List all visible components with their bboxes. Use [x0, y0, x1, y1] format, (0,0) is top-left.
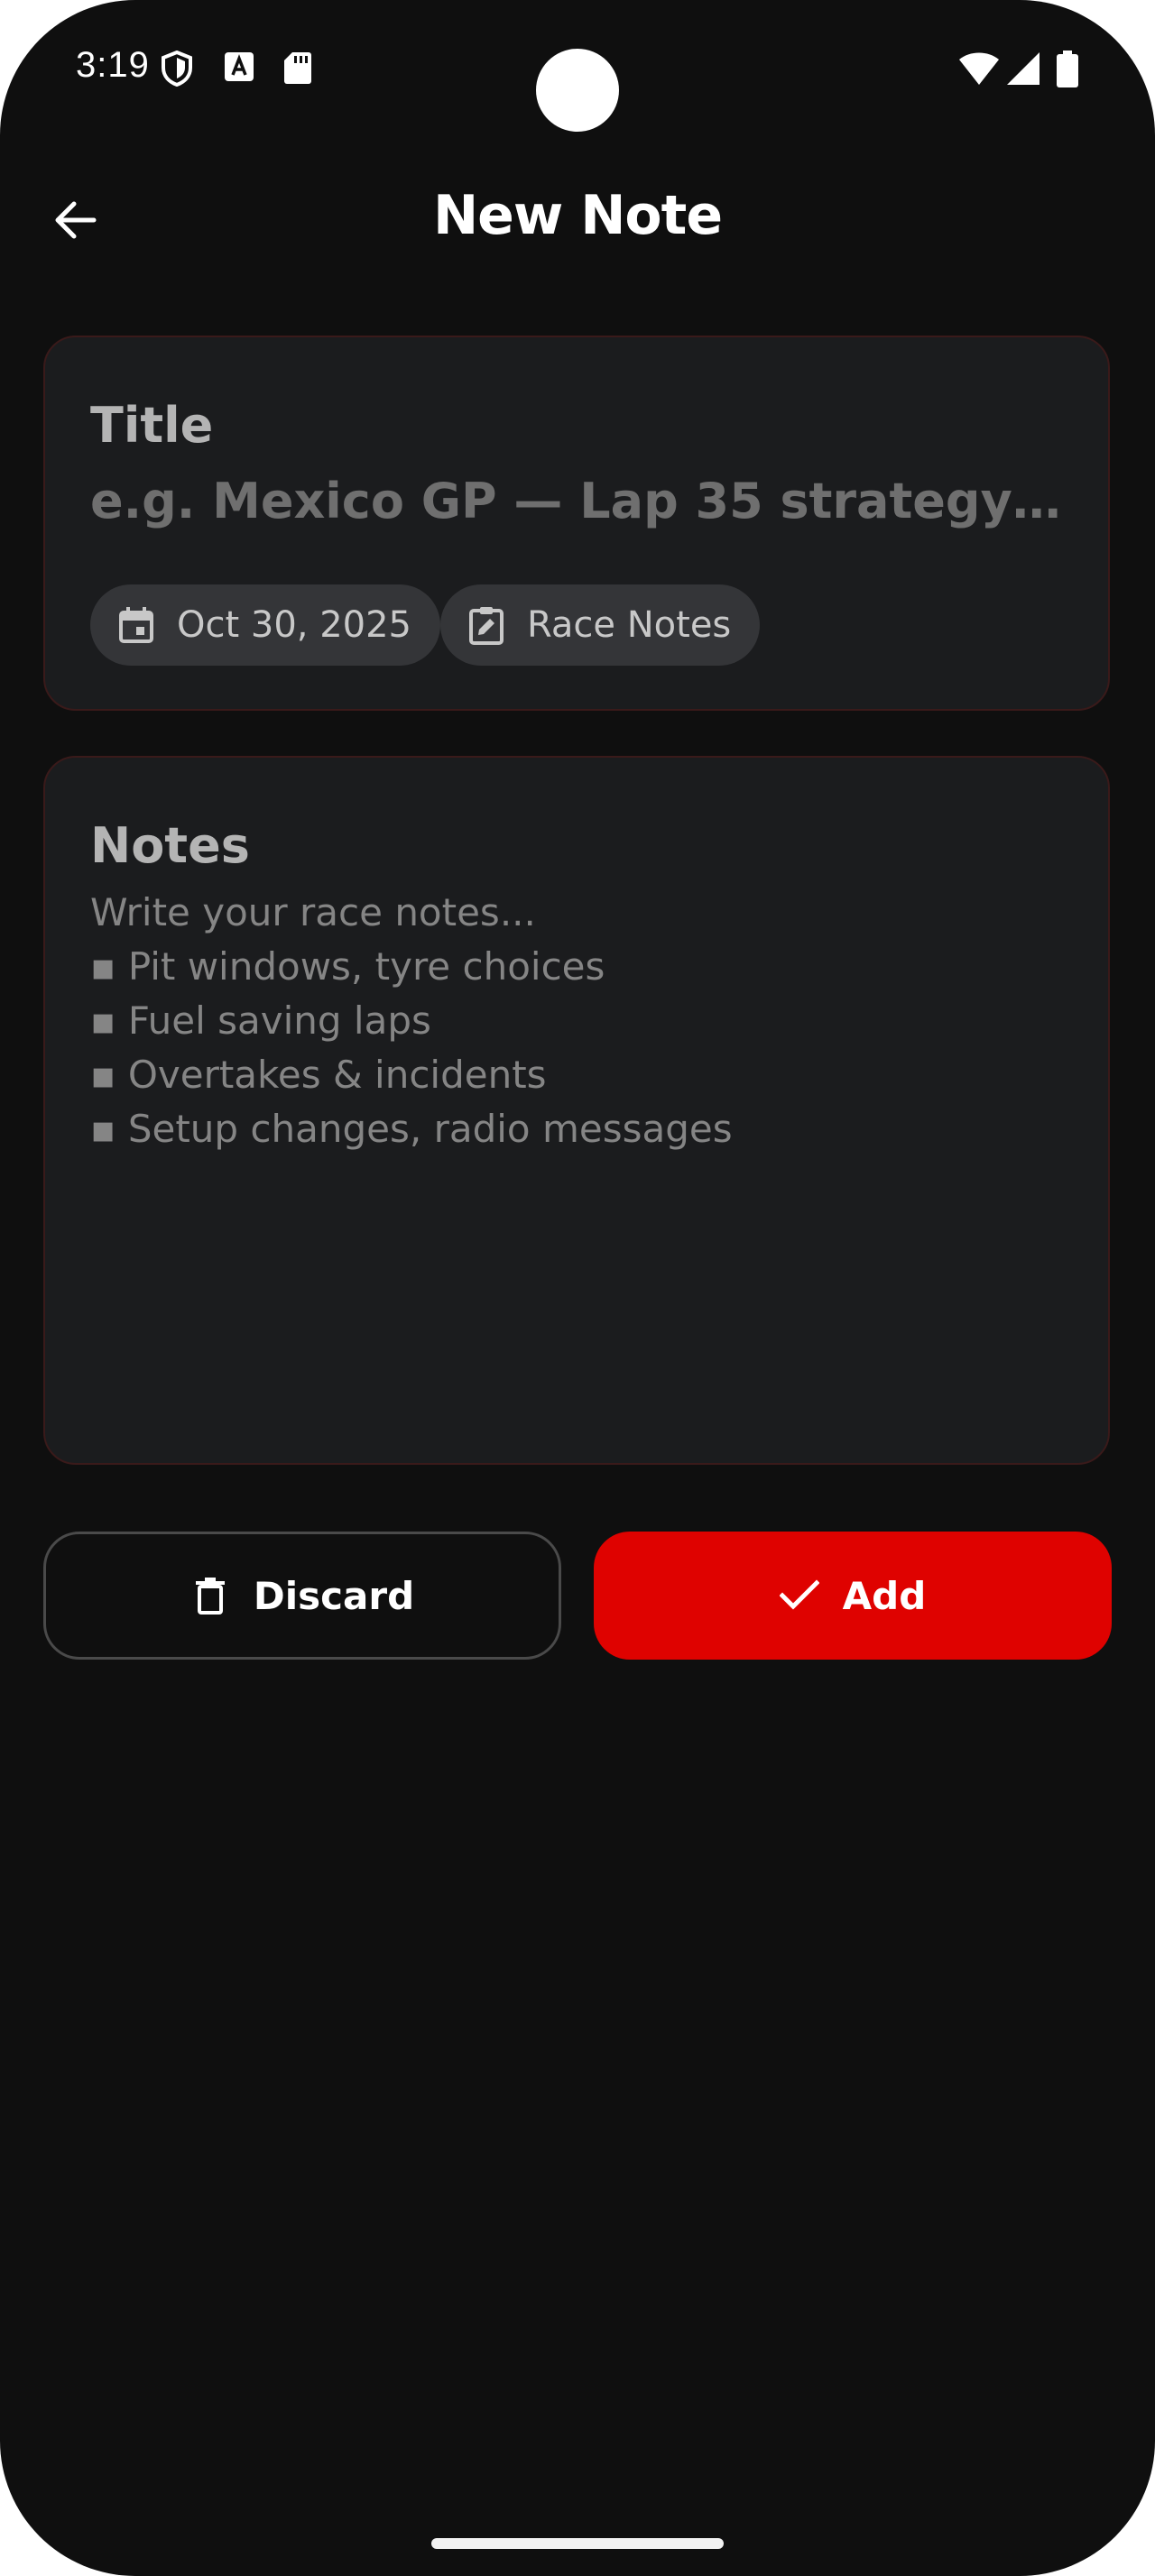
status-bar: 3:19	[0, 0, 1155, 144]
title-card: Title Oct 30, 2025	[43, 336, 1110, 711]
wifi-icon	[958, 51, 1000, 87]
discard-button[interactable]: Discard	[43, 1532, 561, 1660]
signal-icon	[1005, 51, 1041, 87]
category-chip-label: Race Notes	[527, 604, 732, 646]
date-chip[interactable]: Oct 30, 2025	[90, 584, 440, 666]
battery-icon	[1056, 51, 1081, 87]
notes-placeholder-line: ▪ Setup changes, radio messages	[90, 1107, 733, 1151]
check-icon	[779, 1576, 819, 1615]
status-time: 3:19	[76, 45, 150, 85]
phone-screen: 3:19 New Note Title e.g. Mexico GP — Lap…	[0, 0, 1155, 2576]
title-label: Title	[90, 397, 214, 454]
category-chip[interactable]: Race Notes	[440, 584, 761, 666]
font-download-icon	[224, 51, 256, 87]
calendar-icon	[117, 606, 155, 644]
edit-note-icon	[467, 606, 505, 645]
notes-placeholder-line: ▪ Overtakes & incidents	[90, 1053, 547, 1097]
notes-card[interactable]: Notes Write your race notes... ▪ Pit win…	[43, 756, 1110, 1465]
notes-placeholder-line: ▪ Pit windows, tyre choices	[90, 944, 605, 989]
notes-placeholder-line: Write your race notes...	[90, 890, 536, 934]
notes-label: Notes	[90, 817, 250, 874]
camera-cutout	[536, 49, 619, 132]
discard-button-label: Discard	[253, 1573, 415, 1618]
title-input[interactable]	[90, 473, 1065, 529]
add-button-label: Add	[842, 1573, 927, 1618]
notes-placeholder-line: ▪ Fuel saving laps	[90, 998, 431, 1043]
trash-icon	[190, 1576, 230, 1615]
shield-icon	[161, 50, 193, 87]
notes-placeholder[interactable]: Write your race notes... ▪ Pit windows, …	[90, 886, 1065, 1156]
sd-card-icon	[283, 51, 316, 87]
home-indicator[interactable]	[431, 2538, 724, 2549]
date-chip-label: Oct 30, 2025	[177, 604, 411, 646]
app-bar: New Note	[0, 171, 1155, 262]
page-title: New Note	[432, 184, 723, 247]
add-button[interactable]: Add	[594, 1532, 1112, 1660]
